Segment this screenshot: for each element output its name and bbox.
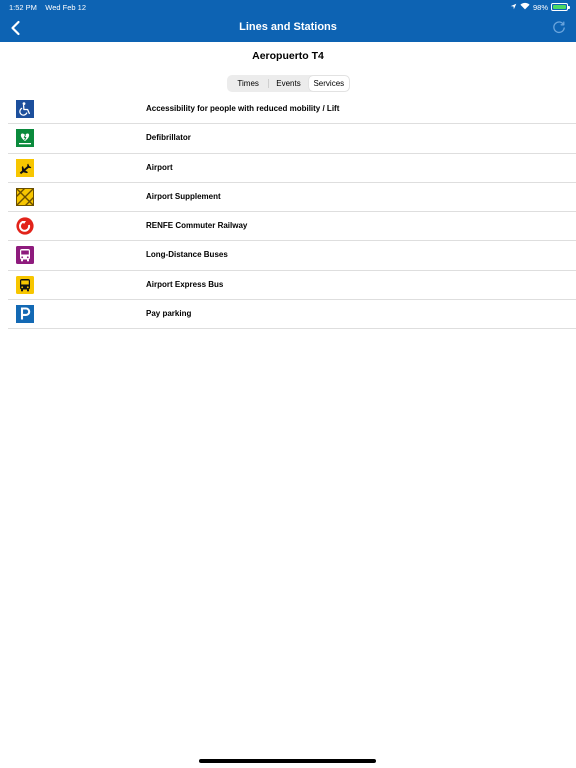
status-time: 1:52 PM Wed Feb 12 [9, 3, 86, 12]
services-list: Accessibility for people with reduced mo… [8, 95, 576, 330]
battery-fill [553, 5, 566, 9]
service-row-pay-parking[interactable]: Pay parking [8, 300, 576, 330]
service-label: Long-Distance Buses [146, 250, 228, 260]
service-label: Airport [146, 162, 173, 172]
airport-supplement-icon [16, 187, 34, 206]
status-time-value: 1:52 PM [9, 3, 37, 12]
airplane-icon [16, 158, 34, 177]
service-row-renfe[interactable]: RENFE Commuter Railway [8, 212, 576, 242]
refresh-button[interactable] [551, 19, 567, 35]
service-row-airport-supplement[interactable]: Airport Supplement [8, 183, 576, 213]
location-icon [510, 3, 517, 12]
battery-icon [551, 3, 570, 11]
status-indicators: 98% [510, 2, 570, 12]
service-label: Accessibility for people with reduced mo… [146, 104, 340, 113]
service-row-defibrillator[interactable]: Defibrillator [8, 124, 576, 154]
express-bus-icon [16, 275, 34, 294]
service-row-long-distance-buses[interactable]: Long-Distance Buses [8, 241, 576, 271]
service-row-accessibility[interactable]: Accessibility for people with reduced mo… [8, 95, 576, 125]
wifi-icon [520, 2, 530, 12]
wheelchair-icon [16, 100, 34, 118]
page-title: Lines and Stations [239, 21, 337, 33]
station-title: Aeropuerto T4 [252, 50, 324, 62]
defibrillator-icon [16, 129, 34, 148]
parking-icon [16, 305, 34, 324]
renfe-icon [16, 217, 34, 235]
service-label: Airport Supplement [146, 191, 221, 201]
service-row-airport[interactable]: Airport [8, 154, 576, 183]
tab-services[interactable]: Services [308, 76, 349, 91]
home-indicator [199, 759, 376, 763]
service-label: Defibrillator [146, 133, 191, 143]
battery-percentage: 98% [532, 2, 548, 12]
navigation-bar: 1:52 PM Wed Feb 12 98% Lines and Station… [0, 0, 576, 42]
tab-times[interactable]: Times [228, 76, 268, 91]
long-distance-bus-icon [16, 246, 34, 265]
tab-segmented-control: Times Events Services [227, 75, 350, 92]
tab-events[interactable]: Events [268, 76, 308, 91]
service-row-airport-express-bus[interactable]: Airport Express Bus [8, 271, 576, 301]
status-date: Wed Feb 12 [45, 3, 87, 12]
refresh-icon [553, 21, 565, 34]
service-label: Pay parking [146, 309, 192, 319]
service-label: RENFE Commuter Railway [146, 221, 248, 231]
service-label: Airport Express Bus [146, 279, 224, 289]
